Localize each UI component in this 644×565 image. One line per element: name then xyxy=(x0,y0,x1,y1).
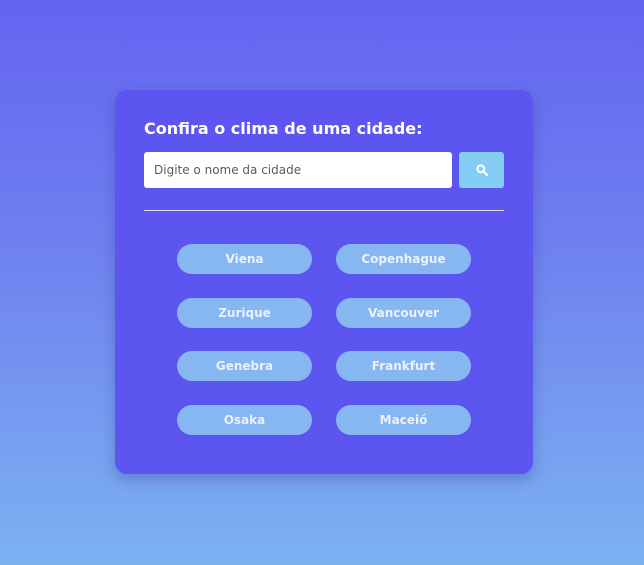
city-button-maceio[interactable]: Maceió xyxy=(336,404,471,435)
city-button-copenhague[interactable]: Copenhague xyxy=(336,244,471,274)
city-button-viena[interactable]: Viena xyxy=(177,244,312,274)
search-icon xyxy=(475,164,488,176)
city-button-osaka[interactable]: Osaka xyxy=(177,404,312,435)
search-button[interactable] xyxy=(459,152,504,188)
card-title: Confira o clima de uma cidade: xyxy=(144,119,423,138)
city-button-frankfurt[interactable]: Frankfurt xyxy=(336,351,471,381)
city-button-genebra[interactable]: Genebra xyxy=(177,351,312,381)
divider xyxy=(144,210,504,211)
city-button-zurique[interactable]: Zurique xyxy=(177,297,312,328)
city-button-grid: Viena Copenhague Zurique Vancouver Geneb… xyxy=(177,244,471,435)
weather-card: Confira o clima de uma cidade: Viena Cop… xyxy=(115,90,533,474)
city-search-input[interactable] xyxy=(144,152,452,188)
city-button-vancouver[interactable]: Vancouver xyxy=(336,297,471,328)
